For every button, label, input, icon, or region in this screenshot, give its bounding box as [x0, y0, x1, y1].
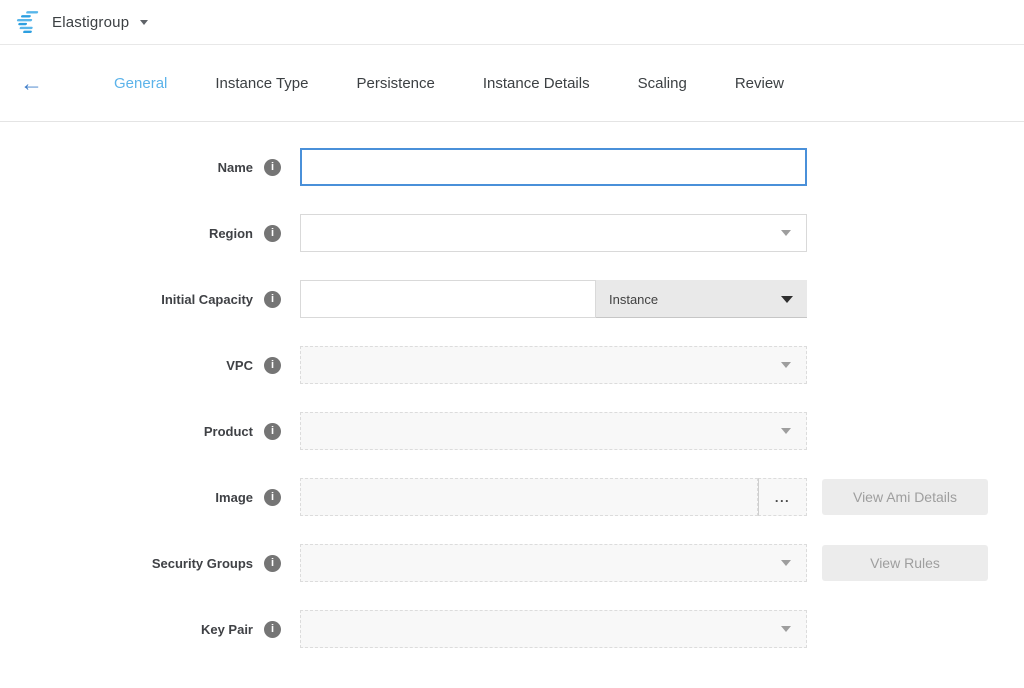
vpc-caret-icon — [781, 362, 791, 368]
top-bar: Elastigroup — [0, 0, 1024, 45]
form-row-initial-capacity: Initial Capacity i Instance — [0, 280, 1024, 318]
form-row-image: Image i ... View Ami Details — [0, 478, 1024, 516]
security-groups-info-icon[interactable]: i — [264, 555, 281, 572]
wizard-tabs: General Instance Type Persistence Instan… — [90, 63, 808, 104]
wizard-tab-bar: ← General Instance Type Persistence Inst… — [0, 45, 1024, 122]
security-groups-caret-icon — [781, 560, 791, 566]
key-pair-select — [300, 610, 807, 648]
vpc-label: VPC — [226, 358, 253, 373]
form-row-name: Name i — [0, 148, 1024, 186]
view-rules-button: View Rules — [822, 545, 988, 581]
initial-capacity-label: Initial Capacity — [161, 292, 253, 307]
tab-persistence[interactable]: Persistence — [333, 63, 459, 104]
name-label: Name — [218, 160, 253, 175]
form-row-region: Region i — [0, 214, 1024, 252]
form-row-product: Product i — [0, 412, 1024, 450]
capacity-unit-caret-icon — [781, 296, 793, 303]
region-label: Region — [209, 226, 253, 241]
form-row-vpc: VPC i — [0, 346, 1024, 384]
view-ami-details-button: View Ami Details — [822, 479, 988, 515]
tab-review[interactable]: Review — [711, 63, 808, 104]
key-pair-info-icon[interactable]: i — [264, 621, 281, 638]
security-groups-select — [300, 544, 807, 582]
app-switcher-label[interactable]: Elastigroup — [52, 14, 129, 31]
product-caret-icon — [781, 428, 791, 434]
product-info-icon[interactable]: i — [264, 423, 281, 440]
product-select — [300, 412, 807, 450]
image-browse-button: ... — [758, 478, 807, 516]
vpc-info-icon[interactable]: i — [264, 357, 281, 374]
vpc-select — [300, 346, 807, 384]
app-switcher-caret-icon[interactable] — [140, 20, 148, 25]
elastigroup-logo-icon — [15, 9, 41, 35]
tab-general[interactable]: General — [90, 63, 191, 104]
name-info-icon[interactable]: i — [264, 159, 281, 176]
name-input[interactable] — [300, 148, 807, 186]
capacity-unit-select[interactable]: Instance — [596, 280, 807, 318]
image-info-icon[interactable]: i — [264, 489, 281, 506]
general-settings-form: Name i Region i Initial Capacity i Insta… — [0, 122, 1024, 648]
tab-instance-details[interactable]: Instance Details — [459, 63, 614, 104]
initial-capacity-input[interactable] — [300, 280, 596, 318]
initial-capacity-info-icon[interactable]: i — [264, 291, 281, 308]
key-pair-caret-icon — [781, 626, 791, 632]
tab-scaling[interactable]: Scaling — [614, 63, 711, 104]
form-row-key-pair: Key Pair i — [0, 610, 1024, 648]
region-caret-icon — [781, 230, 791, 236]
form-row-security-groups: Security Groups i View Rules — [0, 544, 1024, 582]
back-arrow-icon[interactable]: ← — [20, 72, 50, 95]
capacity-unit-value: Instance — [609, 292, 658, 307]
key-pair-label: Key Pair — [201, 622, 253, 637]
image-input — [300, 478, 758, 516]
security-groups-label: Security Groups — [152, 556, 253, 571]
region-select[interactable] — [300, 214, 807, 252]
region-info-icon[interactable]: i — [264, 225, 281, 242]
image-label: Image — [215, 490, 253, 505]
product-label: Product — [204, 424, 253, 439]
tab-instance-type[interactable]: Instance Type — [191, 63, 332, 104]
